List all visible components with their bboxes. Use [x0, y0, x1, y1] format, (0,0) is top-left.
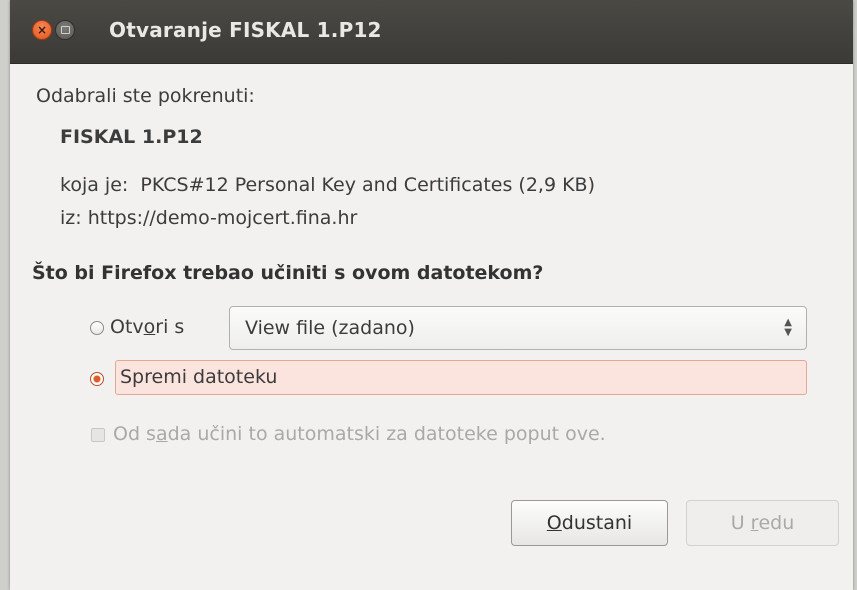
save-file-option[interactable]: Spremi datoteku [115, 360, 807, 395]
open-with-label-rest: ri s [155, 316, 185, 338]
ok-mnemonic: r [750, 512, 759, 534]
file-source-row: iz: https://demo-mojcert.fina.hr [60, 207, 357, 229]
intro-text: Odabrali ste pokrenuti: [36, 85, 255, 107]
open-with-app-value: View file (zadano) [245, 317, 415, 339]
file-type-label: koja je: [60, 174, 129, 196]
action-question: Što bi Firefox trebao učiniti s ovom dat… [32, 262, 544, 284]
file-type-value: PKCS#12 Personal Key and Certificates (2… [140, 174, 596, 196]
cancel-mnemonic: O [546, 512, 562, 534]
close-glyph: × [36, 23, 48, 37]
file-name: FISKAL 1.P12 [60, 126, 203, 148]
open-with-mnemonic: o [143, 316, 156, 338]
download-dialog: × Otvaranje FISKAL 1.P12 Odabrali ste po… [10, 0, 853, 590]
up-down-arrow-icon: ▲ ▼ [784, 317, 792, 338]
ok-button[interactable]: U r edu [686, 500, 839, 546]
titlebar[interactable]: × Otvaranje FISKAL 1.P12 [10, 0, 853, 64]
close-icon[interactable]: × [32, 20, 52, 40]
auto-action-checkbox[interactable] [91, 428, 105, 442]
auto-label-mnemonic: a [155, 423, 168, 445]
auto-label-part: Od s [113, 423, 156, 445]
minimize-square [60, 26, 70, 34]
file-source-label: iz: [60, 207, 82, 229]
auto-action-label[interactable]: Od sada učini to automatski za datoteke … [113, 423, 606, 445]
cancel-button[interactable]: Odustani [511, 500, 668, 546]
ok-label-part: U [730, 512, 751, 534]
open-with-app-select[interactable]: View file (zadano) ▲ ▼ [229, 306, 807, 350]
open-with-label-part: Otv [110, 316, 144, 338]
open-with-radio[interactable] [90, 321, 104, 335]
open-with-label[interactable]: Otvori s [110, 316, 184, 338]
cancel-label-rest: dustani [561, 512, 633, 534]
file-type-row: koja je: PKCS#12 Personal Key and Certif… [60, 174, 595, 196]
save-file-radio[interactable] [90, 372, 104, 386]
minimize-icon[interactable] [55, 20, 75, 40]
auto-label-rest: da učini to automatski za datoteke poput… [167, 423, 606, 445]
file-source-value: https://demo-mojcert.fina.hr [87, 207, 358, 229]
window-title: Otvaranje FISKAL 1.P12 [109, 18, 382, 42]
ok-label-rest: edu [758, 512, 795, 534]
save-file-label: Spremi datoteku [120, 366, 278, 388]
